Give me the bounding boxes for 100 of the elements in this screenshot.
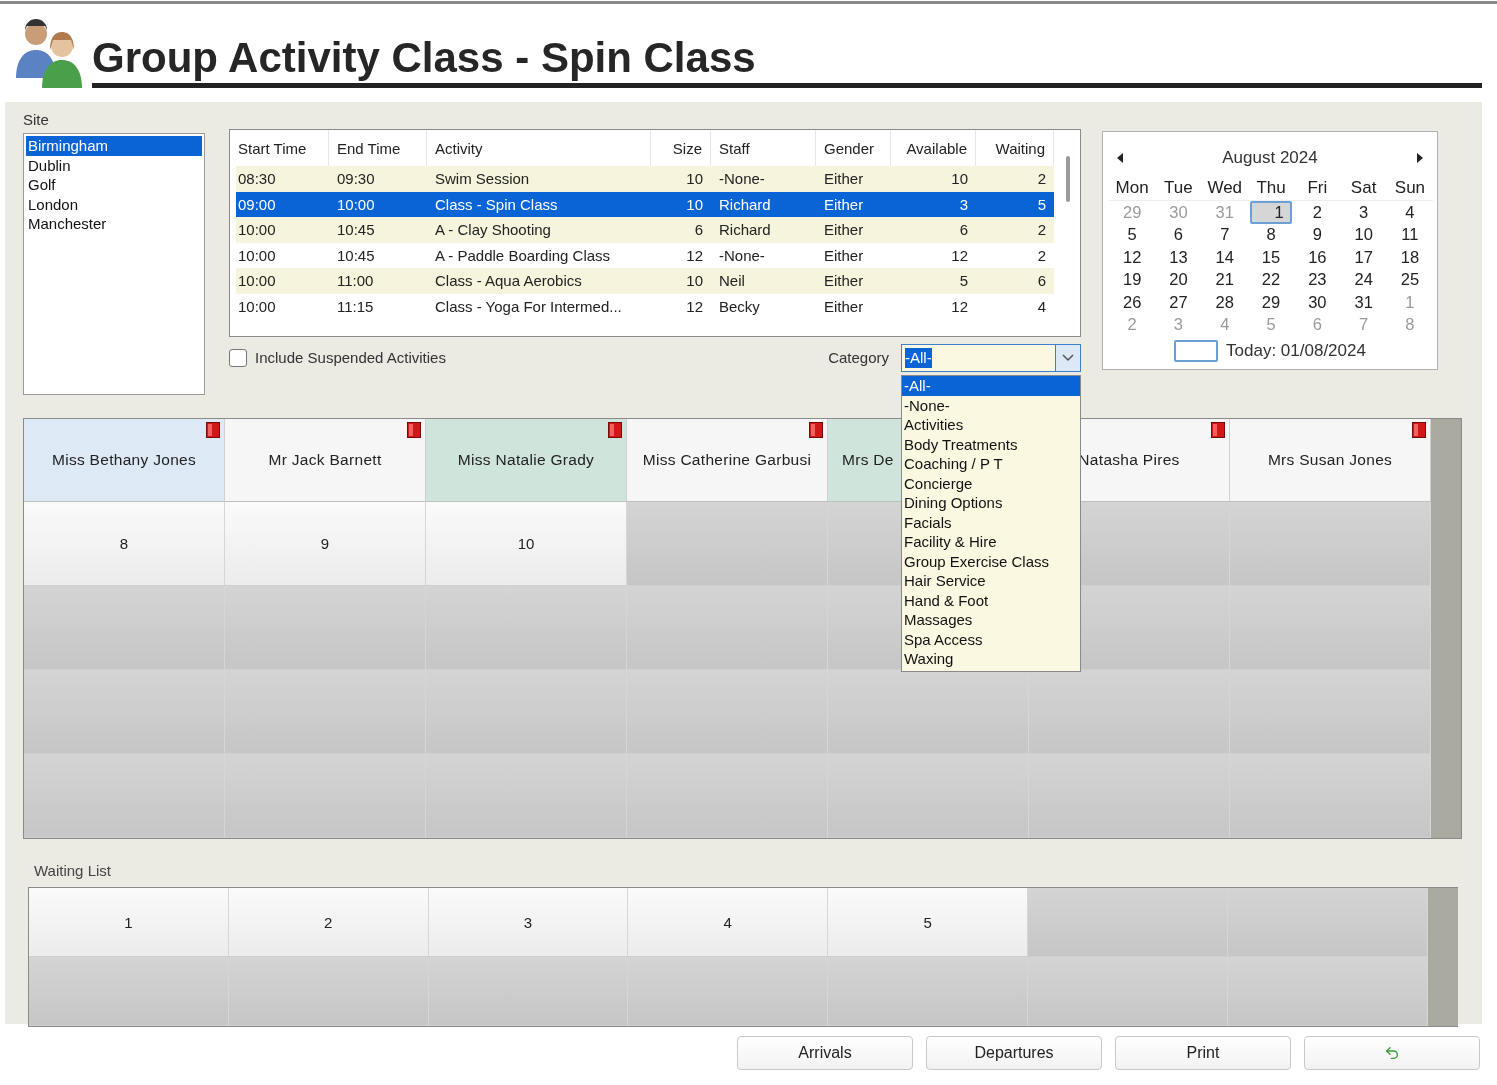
weekday-label: Mon — [1109, 176, 1156, 201]
table-cell-text: Either — [823, 194, 865, 215]
dropdown-option[interactable]: Massages — [902, 610, 1080, 630]
calendar-day[interactable]: 23 — [1306, 270, 1329, 290]
calendar-day[interactable]: 6 — [1171, 225, 1186, 245]
site-item[interactable]: Manchester — [26, 214, 202, 234]
dropdown-option[interactable]: Hair Service — [902, 571, 1080, 591]
calendar-day[interactable]: 7 — [1218, 225, 1232, 245]
slot-cell[interactable]: 9 — [225, 502, 426, 586]
calendar-day[interactable]: 11 — [1399, 225, 1421, 245]
calendar-day[interactable]: 17 — [1352, 247, 1375, 267]
table-cell-text: -None- — [718, 245, 766, 266]
action-button[interactable]: Print — [1115, 1036, 1291, 1070]
trainer-column-header[interactable]: Miss Catherine Garbusi — [627, 419, 828, 502]
previous-month-icon[interactable] — [1117, 153, 1123, 163]
calendar-day[interactable]: 16 — [1306, 247, 1329, 267]
waiting-slot[interactable] — [1028, 888, 1228, 957]
calendar-day[interactable]: 5 — [1125, 225, 1139, 245]
table-cell-text: 10:45 — [336, 220, 376, 241]
action-button[interactable]: Departures — [926, 1036, 1102, 1070]
calendar-day[interactable]: 3 — [1357, 202, 1371, 222]
calendar-day[interactable]: 25 — [1398, 270, 1422, 290]
waiting-slot[interactable] — [29, 957, 229, 1026]
waiting-slot[interactable]: 4 — [628, 888, 829, 957]
dropdown-option[interactable]: Waxing — [902, 649, 1080, 669]
weekday-label: Wed — [1201, 176, 1248, 201]
slot-cell[interactable]: 10 — [426, 502, 627, 586]
trainer-column-header[interactable]: Mr Jack Barnett — [225, 419, 426, 502]
dropdown-option[interactable]: Facials — [902, 512, 1080, 532]
next-month-icon[interactable] — [1417, 153, 1423, 163]
category-select[interactable]: -All- — [901, 344, 1081, 372]
site-item[interactable]: Birmingham — [26, 136, 202, 156]
waiting-slot[interactable] — [1028, 957, 1228, 1026]
calendar-day[interactable]: 4 — [1403, 202, 1417, 222]
today-link[interactable]: Today: 01/08/2024 — [1226, 341, 1366, 361]
trainer-column-header[interactable]: Mrs Susan Jones — [1230, 419, 1431, 502]
calendar-day[interactable]: 13 — [1167, 247, 1190, 267]
waiting-slot[interactable] — [828, 957, 1028, 1026]
trainer-column-header[interactable]: Miss Bethany Jones — [24, 419, 225, 502]
calendar-day[interactable]: 27 — [1167, 292, 1190, 312]
checkbox-box[interactable] — [229, 349, 247, 367]
waiting-slot[interactable] — [628, 957, 829, 1026]
table-row[interactable]: 08:30 09:30 Swim Session 10 -None- Either 10 2 — [236, 166, 1054, 192]
calendar-day[interactable]: 2 — [1310, 202, 1324, 222]
table-cell-text: 10:45 — [336, 245, 376, 266]
table-cell-text: Swim Session — [434, 169, 531, 190]
table-row[interactable]: 10:00 11:00 Class - Aqua Aerobics 10 Neil Either 5 6 — [236, 268, 1054, 294]
calendar-day[interactable]: 15 — [1259, 247, 1283, 267]
table-cell-text: -None- — [718, 169, 766, 190]
waiting-slot[interactable] — [1227, 888, 1428, 957]
table-cell-text: 09:30 — [336, 169, 376, 190]
site-item[interactable]: Dublin — [26, 155, 202, 175]
calendar-day[interactable]: 30 — [1306, 292, 1329, 312]
waiting-slot[interactable]: 3 — [428, 888, 629, 957]
calendar-day[interactable]: 14 — [1213, 247, 1236, 267]
waiting-slot[interactable] — [1227, 957, 1428, 1026]
calendar-day[interactable]: 22 — [1259, 270, 1283, 290]
table-cell-text: 2 — [1036, 169, 1047, 190]
calendar-day[interactable]: 9 — [1310, 225, 1324, 245]
calendar-day[interactable]: 8 — [1264, 225, 1278, 245]
undo-button[interactable] — [1304, 1036, 1480, 1070]
site-item[interactable]: London — [26, 194, 202, 214]
calendar-day[interactable]: 1 — [1250, 200, 1292, 224]
table-cell-text: Either — [823, 271, 865, 292]
waiting-slot[interactable] — [228, 957, 429, 1026]
slot-cell[interactable]: 8 — [24, 502, 225, 586]
calendar-day[interactable]: 12 — [1120, 247, 1144, 267]
calendar-day[interactable]: 21 — [1213, 270, 1236, 290]
waiting-slot[interactable]: 5 — [828, 888, 1028, 957]
site-item[interactable]: Golf — [26, 175, 202, 195]
calendar-day[interactable]: 31 — [1352, 292, 1375, 312]
table-cell-text: 10 — [685, 271, 704, 292]
dropdown-option[interactable]: Group Exercise Class — [902, 551, 1080, 571]
waiting-slot[interactable]: 1 — [29, 888, 229, 957]
waiting-slot[interactable]: 2 — [228, 888, 429, 957]
calendar-day[interactable]: 28 — [1213, 292, 1236, 312]
dropdown-option[interactable]: -All- — [902, 376, 1080, 396]
calendar-day[interactable]: 24 — [1352, 270, 1375, 290]
table-cell-text: 2 — [1036, 245, 1047, 266]
calendar-day[interactable]: 18 — [1398, 247, 1422, 267]
scroll-thumb[interactable] — [1065, 156, 1070, 202]
calendar-day[interactable]: 19 — [1120, 270, 1144, 290]
table-cell-text: 10 — [950, 169, 969, 190]
calendar-day[interactable]: 26 — [1120, 292, 1144, 312]
dropdown-option[interactable]: -None- — [902, 395, 1080, 415]
dropdown-option[interactable]: Facility & Hire — [902, 532, 1080, 552]
table-cell-text: 6 — [693, 220, 704, 241]
dropdown-option[interactable]: Spa Access — [902, 629, 1080, 649]
calendar-day[interactable]: 29 — [1259, 292, 1283, 312]
trainer-column-header[interactable]: Miss Natalie Grady — [426, 419, 627, 502]
waiting-slot[interactable] — [428, 957, 629, 1026]
dropdown-option[interactable]: Hand & Foot — [902, 590, 1080, 610]
table-cell-text: Neil — [718, 271, 746, 292]
action-button[interactable]: Arrivals — [737, 1036, 913, 1070]
calendar-day[interactable]: 10 — [1352, 225, 1375, 245]
table-row[interactable]: 10:00 10:45 A - Clay Shooting 6 Richard Either 6 2 — [236, 217, 1054, 243]
calendar-day[interactable]: 20 — [1167, 270, 1190, 290]
table-row[interactable]: 09:00 10:00 Class - Spin Class 10 Richard Either 3 5 — [236, 191, 1054, 217]
table-cell-text: 10:00 — [237, 296, 277, 317]
flag-icon — [608, 422, 622, 438]
